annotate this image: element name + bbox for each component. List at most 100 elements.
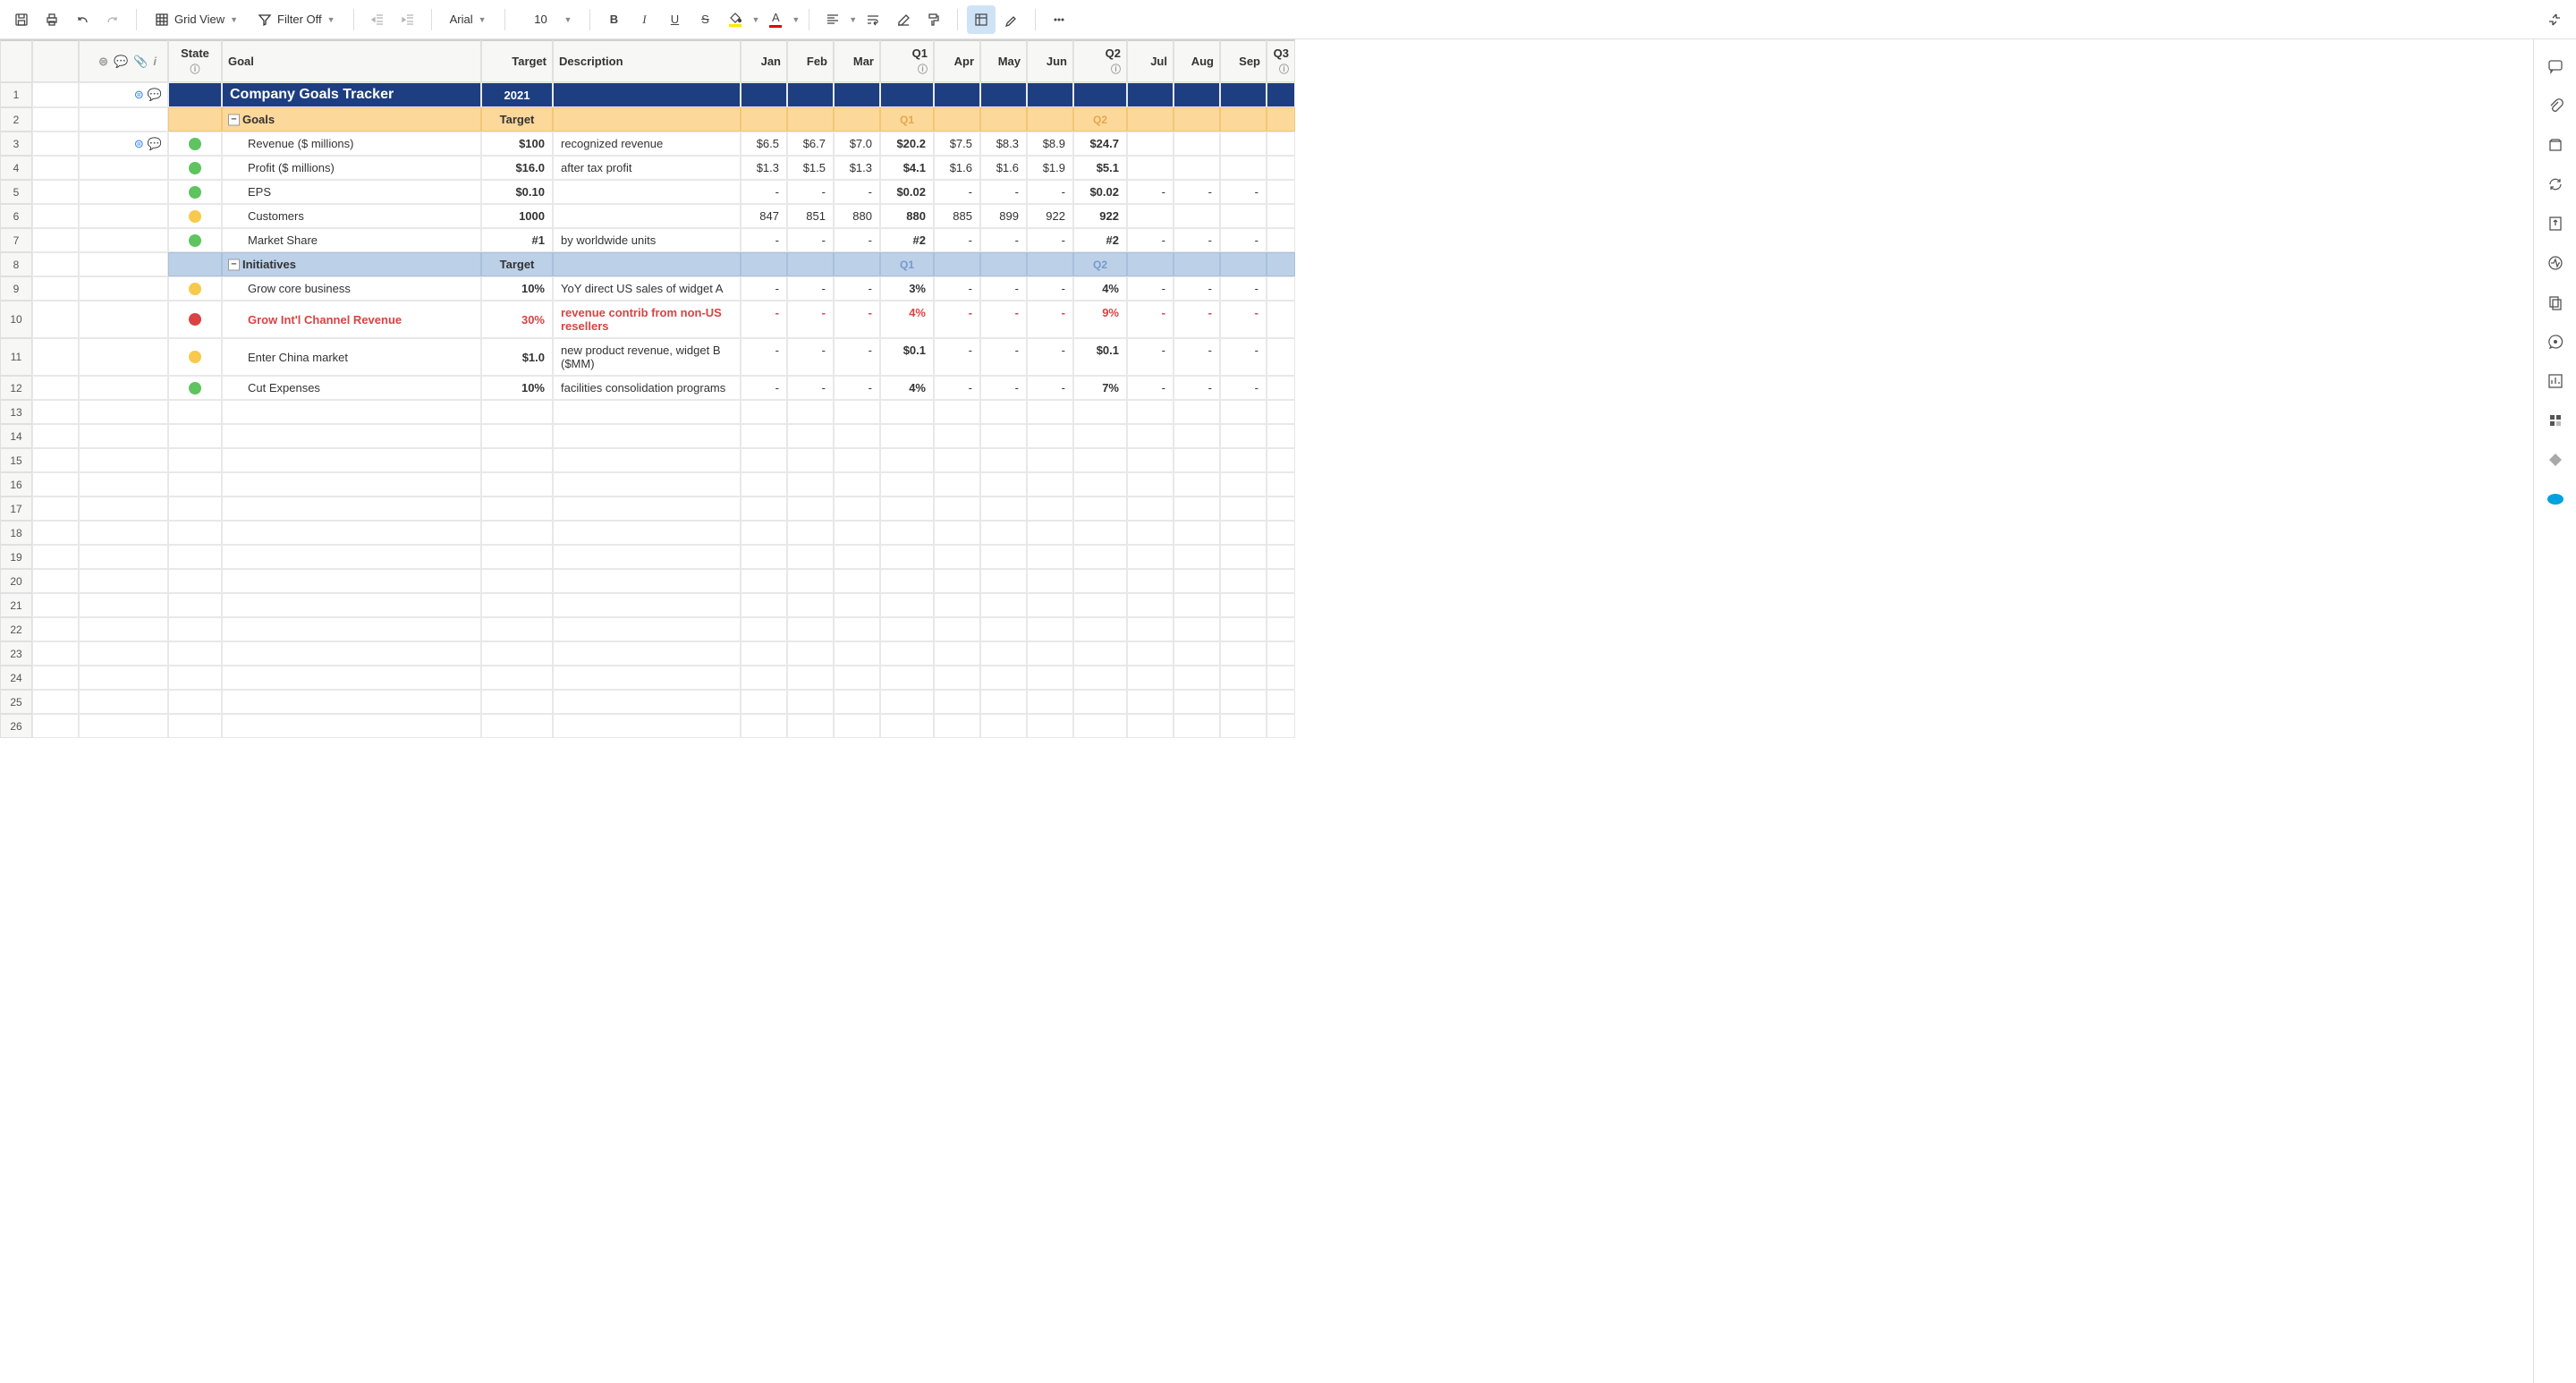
data-cell[interactable] — [1220, 156, 1267, 180]
empty-cell[interactable] — [834, 521, 880, 545]
empty-cell[interactable] — [553, 690, 741, 714]
description-cell[interactable]: after tax profit — [553, 156, 741, 180]
data-cell[interactable]: - — [1220, 228, 1267, 252]
empty-cell[interactable] — [934, 714, 980, 738]
status-cell[interactable] — [168, 132, 222, 156]
empty-cell[interactable] — [1174, 400, 1220, 424]
data-cell[interactable]: 922 — [1027, 204, 1073, 228]
empty-cell[interactable] — [880, 521, 934, 545]
data-cell[interactable] — [1267, 338, 1295, 376]
empty-cell[interactable] — [1220, 545, 1267, 569]
data-cell[interactable]: 3% — [880, 276, 934, 301]
empty-cell[interactable] — [1220, 690, 1267, 714]
row-number[interactable]: 22 — [0, 617, 32, 641]
data-cell[interactable]: - — [741, 338, 787, 376]
empty-cell[interactable] — [980, 400, 1027, 424]
strikethrough-button[interactable]: S — [691, 5, 719, 34]
align-dropdown[interactable]: ▼ — [849, 15, 857, 24]
corner-cell[interactable] — [0, 39, 32, 82]
empty-cell[interactable] — [1027, 641, 1073, 666]
empty-cell[interactable] — [1267, 666, 1295, 690]
empty-cell[interactable] — [934, 400, 980, 424]
target-cell[interactable]: 10% — [481, 376, 553, 400]
empty-cell[interactable] — [980, 690, 1027, 714]
data-cell[interactable] — [1267, 301, 1295, 338]
column-header[interactable]: Q2ⓘ — [1073, 39, 1127, 82]
empty-cell[interactable] — [834, 690, 880, 714]
empty-cell[interactable] — [1174, 593, 1220, 617]
empty-cell[interactable] — [1127, 521, 1174, 545]
data-cell[interactable]: - — [1174, 338, 1220, 376]
empty-cell[interactable] — [553, 617, 741, 641]
goal-cell[interactable]: Grow core business — [222, 276, 481, 301]
status-cell[interactable] — [168, 204, 222, 228]
data-cell[interactable]: 4% — [880, 376, 934, 400]
data-cell[interactable]: - — [834, 376, 880, 400]
empty-cell[interactable] — [741, 400, 787, 424]
row-icons[interactable] — [79, 204, 168, 228]
column-header[interactable]: Jul — [1127, 39, 1174, 82]
target-cell[interactable]: $100 — [481, 132, 553, 156]
empty-cell[interactable] — [834, 448, 880, 472]
undo-button[interactable] — [68, 5, 97, 34]
empty-cell[interactable] — [834, 569, 880, 593]
data-cell[interactable]: $1.6 — [980, 156, 1027, 180]
indent-button[interactable] — [394, 5, 422, 34]
data-cell[interactable]: - — [787, 301, 834, 338]
cell[interactable] — [168, 82, 222, 107]
data-cell[interactable]: 851 — [787, 204, 834, 228]
data-cell[interactable]: - — [934, 301, 980, 338]
row-number[interactable]: 1 — [0, 82, 32, 107]
row-number[interactable]: 15 — [0, 448, 32, 472]
empty-cell[interactable] — [1220, 641, 1267, 666]
empty-cell[interactable] — [553, 496, 741, 521]
empty-cell[interactable] — [481, 472, 553, 496]
empty-cell[interactable] — [222, 424, 481, 448]
data-cell[interactable]: - — [787, 338, 834, 376]
data-cell[interactable]: - — [787, 180, 834, 204]
empty-cell[interactable] — [1127, 641, 1174, 666]
data-cell[interactable]: $20.2 — [880, 132, 934, 156]
section-header-goals[interactable]: −Goals — [222, 107, 481, 132]
empty-cell[interactable] — [934, 569, 980, 593]
data-cell[interactable]: - — [980, 376, 1027, 400]
empty-cell[interactable] — [1220, 448, 1267, 472]
data-cell[interactable] — [1174, 156, 1220, 180]
empty-cell[interactable] — [1127, 472, 1174, 496]
redo-button[interactable] — [98, 5, 127, 34]
empty-cell[interactable] — [222, 496, 481, 521]
empty-cell[interactable] — [1027, 424, 1073, 448]
data-cell[interactable]: - — [741, 228, 787, 252]
data-cell[interactable]: - — [1027, 338, 1073, 376]
target-cell[interactable]: 1000 — [481, 204, 553, 228]
data-cell[interactable]: - — [1127, 228, 1174, 252]
data-cell[interactable]: - — [1174, 301, 1220, 338]
empty-cell[interactable] — [787, 448, 834, 472]
goal-cell[interactable]: EPS — [222, 180, 481, 204]
cell[interactable] — [1073, 82, 1127, 107]
data-cell[interactable]: - — [1127, 338, 1174, 376]
empty-cell[interactable] — [741, 472, 787, 496]
empty-cell[interactable] — [934, 617, 980, 641]
data-cell[interactable] — [1267, 228, 1295, 252]
data-cell[interactable]: - — [934, 228, 980, 252]
fill-color-button[interactable] — [721, 5, 750, 34]
row-number[interactable]: 17 — [0, 496, 32, 521]
empty-cell[interactable] — [1267, 400, 1295, 424]
empty-cell[interactable] — [1073, 666, 1127, 690]
empty-cell[interactable] — [980, 666, 1027, 690]
data-cell[interactable]: - — [980, 338, 1027, 376]
empty-cell[interactable] — [980, 593, 1027, 617]
empty-cell[interactable] — [1027, 617, 1073, 641]
target-cell[interactable]: 30% — [481, 301, 553, 338]
data-cell[interactable]: - — [787, 228, 834, 252]
empty-cell[interactable] — [787, 714, 834, 738]
data-cell[interactable]: - — [980, 180, 1027, 204]
empty-cell[interactable] — [787, 496, 834, 521]
data-cell[interactable]: 885 — [934, 204, 980, 228]
data-cell[interactable]: - — [1027, 376, 1073, 400]
goal-cell[interactable]: Enter China market — [222, 338, 481, 376]
data-cell[interactable] — [1174, 132, 1220, 156]
data-cell[interactable]: #2 — [880, 228, 934, 252]
data-cell[interactable]: - — [741, 301, 787, 338]
